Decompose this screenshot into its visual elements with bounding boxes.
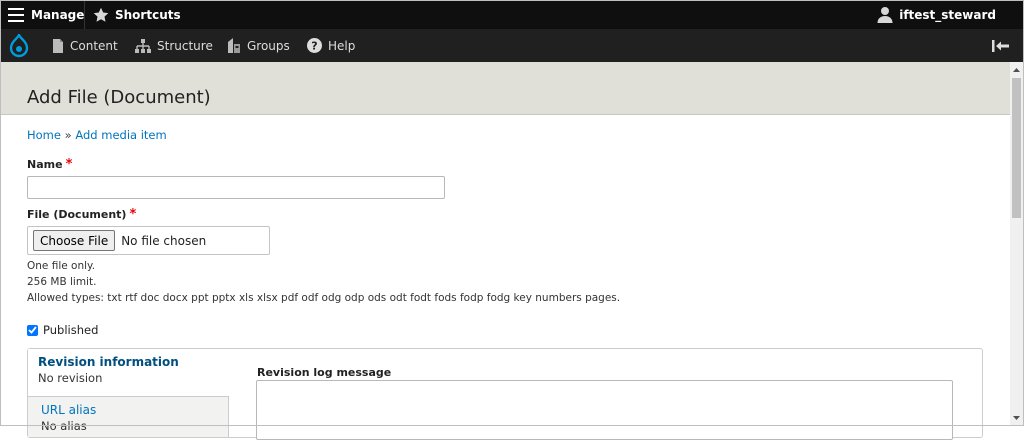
page-title: Add File (Document) <box>27 87 211 108</box>
name-field-label: Name * <box>27 157 72 172</box>
revision-log-textarea[interactable] <box>256 380 953 440</box>
menu-item-label: Structure <box>157 38 213 53</box>
admin-menu-bar: Content Structure Groups ? Help <box>0 29 1024 63</box>
menu-item-structure[interactable]: Structure <box>135 29 213 62</box>
hamburger-icon <box>8 7 24 22</box>
menu-item-help[interactable]: ? Help <box>307 29 355 62</box>
required-mark: * <box>129 207 137 222</box>
manage-tab[interactable]: Manage <box>8 0 84 29</box>
menu-item-label: Help <box>328 38 356 53</box>
shortcuts-label: Shortcuts <box>115 7 181 22</box>
page-header: Add File (Document) <box>0 62 1024 115</box>
checkmark-icon <box>28 326 37 334</box>
published-checkbox[interactable] <box>27 324 38 336</box>
username-label: iftest_steward <box>899 7 996 22</box>
scrollbar-thumb[interactable] <box>1012 78 1021 218</box>
breadcrumb: Home » Add media item <box>27 128 167 142</box>
manage-label: Manage <box>31 7 85 22</box>
drupal-logo[interactable] <box>8 29 30 62</box>
page-scrollbar[interactable] <box>1010 62 1023 425</box>
scroll-down-arrow-icon[interactable] <box>1010 411 1023 425</box>
drupal-drop-icon <box>9 33 29 57</box>
file-upload-widget: Choose File No file chosen <box>27 226 270 255</box>
vtab-url-alias[interactable]: URL alias No alias <box>28 397 228 447</box>
file-description-limit: 256 MB limit. <box>27 276 97 288</box>
toolbar-divider <box>84 0 85 29</box>
collapse-left-icon <box>992 39 1009 52</box>
sitemap-icon <box>135 38 151 53</box>
vertical-tabs: Revision information No revision URL ali… <box>27 348 983 440</box>
svg-text:?: ? <box>311 40 317 53</box>
admin-toolbar: Manage Shortcuts iftest_steward <box>0 0 1024 29</box>
menu-item-label: Content <box>70 38 118 53</box>
menu-item-label: Groups <box>247 38 290 53</box>
file-description-types: Allowed types: txt rtf doc docx ppt pptx… <box>27 292 621 304</box>
groups-icon <box>226 38 241 53</box>
vtab-title: Revision information <box>38 355 179 369</box>
star-icon <box>93 7 109 23</box>
vtab-title: URL alias <box>41 403 97 417</box>
published-checkbox-row[interactable]: Published <box>27 323 98 337</box>
vtab-summary: No alias <box>41 419 87 433</box>
scroll-up-arrow-icon[interactable] <box>1010 62 1023 76</box>
vtab-summary: No revision <box>38 371 103 385</box>
file-status-text: No file chosen <box>121 233 207 248</box>
help-icon: ? <box>307 38 322 53</box>
user-icon <box>877 6 893 23</box>
orientation-toggle-button[interactable] <box>992 29 1010 62</box>
page-icon <box>52 38 64 53</box>
file-field-label: File (Document) * <box>27 207 136 222</box>
revision-log-label: Revision log message <box>257 366 392 379</box>
breadcrumb-add-media-link[interactable]: Add media item <box>75 128 166 142</box>
published-label: Published <box>43 323 99 337</box>
name-input[interactable] <box>27 176 445 199</box>
file-description-count: One file only. <box>27 260 96 272</box>
shortcuts-tab[interactable]: Shortcuts <box>93 0 181 29</box>
menu-item-content[interactable]: Content <box>52 29 118 62</box>
user-tab[interactable]: iftest_steward <box>877 0 996 29</box>
name-label-text: Name <box>27 158 63 171</box>
menu-item-groups[interactable]: Groups <box>226 29 290 62</box>
breadcrumb-separator: » <box>60 128 76 142</box>
file-label-text: File (Document) <box>27 208 127 221</box>
required-mark: * <box>65 157 73 172</box>
breadcrumb-home-link[interactable]: Home <box>27 128 61 142</box>
vtab-revision-information[interactable]: Revision information No revision <box>28 349 229 397</box>
choose-file-button[interactable]: Choose File <box>33 230 116 251</box>
